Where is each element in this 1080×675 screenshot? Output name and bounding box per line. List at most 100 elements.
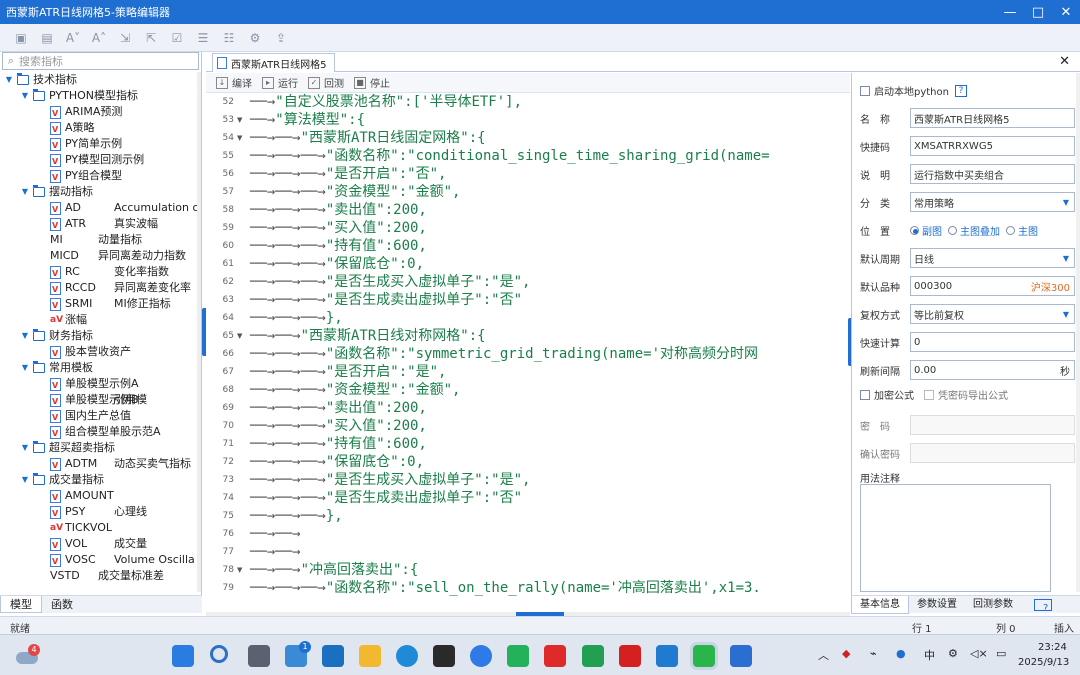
code-line[interactable]: ──→──→──→"资金模型":"金额",	[250, 183, 460, 201]
expand-arrow-icon[interactable]: ▼	[20, 328, 30, 344]
battery-icon[interactable]: ▭	[996, 647, 1006, 660]
export-file-icon[interactable]: ⇪	[268, 27, 294, 49]
fold-toggle-icon[interactable]: ▼	[237, 566, 242, 574]
confirm-password-field[interactable]	[910, 443, 1075, 463]
refresh-field[interactable]: 0.00 秒	[910, 360, 1075, 380]
code-line[interactable]: ──→"自定义股票池名称":['半导体ETF'],	[250, 93, 522, 111]
font-smaller-icon[interactable]: A˅	[60, 27, 86, 49]
radio-main[interactable]	[1006, 225, 1015, 235]
tree-item[interactable]: V PY组合模型	[0, 168, 198, 184]
code-line[interactable]: ──→──→──→"卖出值":200,	[250, 201, 427, 219]
code-line[interactable]: ──→──→──→"是否生成卖出虚拟单子":"否"	[250, 489, 522, 507]
tree-item[interactable]: ▼ PYTHON模型指标	[0, 88, 198, 104]
compile-button[interactable]: ↓ 编译	[216, 75, 252, 90]
font-larger-icon[interactable]: A˄	[86, 27, 112, 49]
code-line[interactable]: ──→──→──→"函数名称":"conditional_single_time…	[250, 147, 770, 165]
code-line[interactable]: ──→──→──→"是否生成买入虚拟单子":"是",	[250, 471, 530, 489]
expand-arrow-icon[interactable]: ▼	[20, 440, 30, 456]
category-select[interactable]: 常用策略 ▼	[910, 192, 1075, 212]
stop-button[interactable]: ■ 停止	[354, 75, 390, 90]
expand-arrow-icon[interactable]: ▼	[4, 72, 14, 88]
tree-item[interactable]: V ARIMA预测	[0, 104, 198, 120]
list-icon[interactable]: ☰	[190, 27, 216, 49]
tree-item[interactable]: ▼ 财务指标	[0, 328, 198, 344]
name-field[interactable]: 西蒙斯ATR日线网格5	[910, 108, 1075, 128]
props-scrollbar[interactable]	[1076, 73, 1080, 592]
code-line[interactable]: ──→──→	[250, 525, 301, 543]
wechat-icon[interactable]	[690, 642, 718, 670]
expand-arrow-icon[interactable]: ▼	[20, 88, 30, 104]
tree-item[interactable]: V PSY 心理线	[0, 504, 198, 520]
rights-select[interactable]: 等比前复权 ▼	[910, 304, 1075, 324]
radio-main-overlay[interactable]	[948, 225, 957, 235]
code-line[interactable]: ──→──→──→"持有值":600,	[250, 435, 427, 453]
vscode-icon[interactable]	[656, 645, 678, 667]
tree-item[interactable]: V SRMI MI修正指标	[0, 296, 198, 312]
code-line[interactable]: ──→──→──→"资金模型":"金额",	[250, 381, 460, 399]
variety-field[interactable]: 000300 沪深300	[910, 276, 1075, 296]
tab-document[interactable]: 西蒙斯ATR日线网格5	[212, 53, 336, 72]
monitor-icon[interactable]	[582, 645, 604, 667]
import-icon[interactable]: ⇲	[112, 27, 138, 49]
code-line[interactable]: ──→──→──→"是否生成买入虚拟单子":"是",	[250, 273, 530, 291]
code-line[interactable]: ──→──→	[250, 543, 301, 561]
wechat-work-icon[interactable]	[507, 645, 529, 667]
code-line[interactable]: ──→──→──→},	[250, 507, 343, 525]
shortcut-code-field[interactable]: XMSATRRXWG5	[910, 136, 1075, 156]
tab-functions[interactable]: 函数	[42, 596, 82, 613]
run-button[interactable]: ▸ 运行	[262, 75, 298, 90]
tree-item[interactable]: V ADTM 动态买卖气指标	[0, 456, 198, 472]
close-document-icon[interactable]: ✕	[1059, 54, 1070, 69]
mail-icon[interactable]	[322, 645, 344, 667]
tree-item[interactable]: aV TICKVOL	[0, 520, 198, 536]
fold-toggle-icon[interactable]: ▼	[237, 134, 242, 142]
tree-item[interactable]: VSTD 成交量标准差	[0, 568, 198, 584]
expand-arrow-icon[interactable]: ▼	[20, 360, 30, 376]
code-editor[interactable]: 52 ──→"自定义股票池名称":['半导体ETF'], 53 ▼ ──→"算法模型":…	[206, 93, 844, 612]
tree-scrollbar[interactable]	[197, 72, 201, 592]
wps-icon[interactable]	[544, 645, 566, 667]
clock-time[interactable]: 23:24	[1038, 642, 1067, 653]
fast-calc-field[interactable]: 0	[910, 332, 1075, 352]
code-line[interactable]: ──→──→──→"是否开启":"否",	[250, 165, 446, 183]
encrypt-checkbox[interactable]	[860, 389, 870, 400]
settings-icon[interactable]: ⚙	[242, 27, 268, 49]
tree-item[interactable]: V 单股模型示例A	[0, 376, 198, 392]
check-icon[interactable]: ☑	[164, 27, 190, 49]
code-line[interactable]: ──→──→──→"函数名称":"sell_on_the_rally(name=…	[250, 579, 761, 597]
edge-icon[interactable]	[396, 645, 418, 667]
tray-app-icon[interactable]: ◆	[842, 647, 850, 660]
help-icon[interactable]: ?	[1034, 598, 1052, 614]
trading-app-icon[interactable]	[730, 645, 752, 667]
maximize-button[interactable]: □	[1024, 5, 1052, 20]
tree-item[interactable]: ▼ 成交量指标	[0, 472, 198, 488]
tree-item[interactable]: V ATR 真实波幅	[0, 216, 198, 232]
task-view-icon[interactable]	[248, 645, 270, 667]
tree-item[interactable]: ▼ 超买超卖指标	[0, 440, 198, 456]
app-cube-icon[interactable]	[433, 645, 455, 667]
description-field[interactable]: 运行指数中买卖组合	[910, 164, 1075, 184]
tree-item[interactable]: V PY模型回测示例	[0, 152, 198, 168]
tree-item[interactable]: MICD 异同离差动力指数	[0, 248, 198, 264]
ime-indicator[interactable]: 中	[924, 647, 935, 663]
expand-arrow-icon[interactable]: ▼	[20, 184, 30, 200]
code-line[interactable]: ──→──→──→"是否开启":"是",	[250, 363, 446, 381]
tab-params[interactable]: 参数设置	[909, 596, 965, 613]
code-line[interactable]: ──→──→──→"保留底仓":0,	[250, 255, 424, 273]
settings-tray-icon[interactable]: ⚙	[948, 647, 958, 660]
tree-item[interactable]: V PY简单示例	[0, 136, 198, 152]
list-edit-icon[interactable]: ☷	[216, 27, 242, 49]
fold-toggle-icon[interactable]: ▼	[237, 332, 242, 340]
password-field[interactable]	[910, 415, 1075, 435]
code-line[interactable]: ──→──→──→},	[250, 309, 343, 327]
clock-date[interactable]: 2025/9/13	[1018, 657, 1069, 668]
tree-item[interactable]: V VOSC Volume Oscilla	[0, 552, 198, 568]
save-icon[interactable]: ▣	[8, 27, 34, 49]
search-box[interactable]: ⌕ 搜索指标	[2, 52, 199, 70]
tree-item[interactable]: V RCCD 异同离差变化率	[0, 280, 198, 296]
note-textarea[interactable]	[860, 484, 1051, 592]
minimize-button[interactable]: —	[996, 5, 1024, 20]
tree-item[interactable]: V VOL 成交量	[0, 536, 198, 552]
edge-ai-icon[interactable]	[470, 645, 492, 667]
search-input[interactable]: 搜索指标	[19, 53, 63, 69]
